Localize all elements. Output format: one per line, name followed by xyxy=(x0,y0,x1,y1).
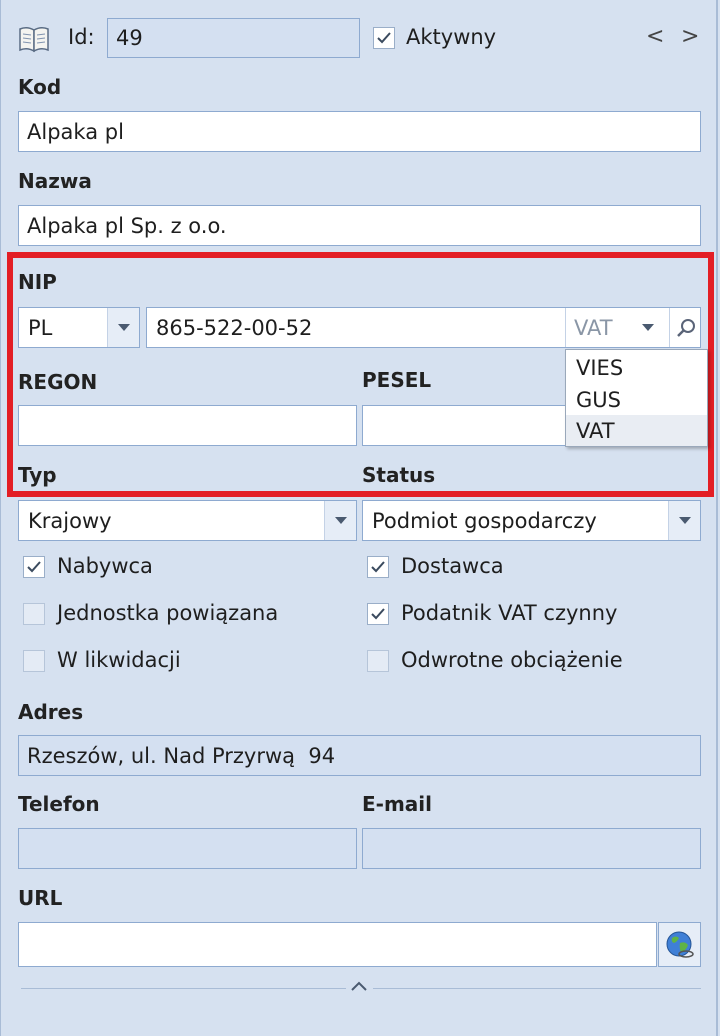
open-url-button[interactable] xyxy=(658,922,701,967)
jednostka-label: Jednostka powiązana xyxy=(57,601,279,625)
nip-source-dropdown: VIES GUS VAT xyxy=(565,349,708,447)
adres-field[interactable]: Rzeszów, ul. Nad Przyrwą 94 xyxy=(18,735,701,776)
typ-select[interactable]: Krajowy xyxy=(18,500,357,541)
email-input[interactable] xyxy=(362,828,701,869)
checkmark-icon xyxy=(371,561,385,573)
checkmark-icon xyxy=(27,561,41,573)
email-label: E-mail xyxy=(362,792,433,816)
chevron-down-icon xyxy=(334,517,347,524)
status-select[interactable]: Podmiot gospodarczy xyxy=(362,500,701,541)
likwidacja-label: W likwidacji xyxy=(57,648,181,672)
collapse-splitter-left-line xyxy=(21,988,346,989)
nip-source-option-gus[interactable]: GUS xyxy=(566,384,707,415)
chevron-up-icon xyxy=(351,981,367,991)
aktywny-checkbox[interactable] xyxy=(373,27,395,49)
odwrotne-checkbox[interactable] xyxy=(367,650,389,672)
odwrotne-label: Odwrotne obciążenie xyxy=(401,648,623,672)
status-dropdown-button[interactable] xyxy=(668,501,700,540)
nabywca-label: Nabywca xyxy=(57,554,153,578)
jednostka-checkbox[interactable] xyxy=(23,603,45,625)
podatnik-label: Podatnik VAT czynny xyxy=(401,601,618,625)
nabywca-checkbox[interactable] xyxy=(23,556,45,578)
adres-label: Adres xyxy=(18,700,84,724)
dostawca-label: Dostawca xyxy=(401,554,504,578)
id-field[interactable]: 49 xyxy=(107,18,360,58)
nazwa-input[interactable]: Alpaka pl Sp. z o.o. xyxy=(18,205,701,246)
podatnik-checkbox[interactable] xyxy=(367,603,389,625)
collapse-splitter-right-line xyxy=(373,988,701,989)
nip-source-option-vat[interactable]: VAT xyxy=(566,415,707,446)
chevron-down-icon xyxy=(678,517,691,524)
likwidacja-checkbox[interactable] xyxy=(23,650,45,672)
next-record-button[interactable]: > xyxy=(681,24,699,49)
kod-label: Kod xyxy=(18,75,62,99)
checkmark-icon xyxy=(371,608,385,620)
collapse-button[interactable] xyxy=(348,978,370,994)
dostawca-checkbox[interactable] xyxy=(367,556,389,578)
aktywny-label: Aktywny xyxy=(406,25,497,49)
kod-input[interactable]: Alpaka pl xyxy=(18,111,701,152)
telefon-label: Telefon xyxy=(18,792,100,816)
id-label: Id: xyxy=(68,25,95,49)
nip-source-option-vies[interactable]: VIES xyxy=(566,352,707,383)
prev-record-button[interactable]: < xyxy=(646,24,664,49)
status-value: Podmiot gospodarczy xyxy=(372,508,597,533)
nazwa-label: Nazwa xyxy=(18,169,92,193)
url-input[interactable] xyxy=(18,922,657,967)
url-label: URL xyxy=(18,886,63,910)
telefon-input[interactable] xyxy=(18,828,357,869)
globe-icon xyxy=(666,931,694,958)
adres-value: Rzeszów, ul. Nad Przyrwą 94 xyxy=(27,743,336,768)
typ-dropdown-button[interactable] xyxy=(324,501,356,540)
book-icon[interactable] xyxy=(18,25,50,53)
contractor-panel: Id: 49 Aktywny < > Kod Alpaka pl Nazwa A… xyxy=(0,0,718,1036)
typ-value: Krajowy xyxy=(28,508,112,533)
